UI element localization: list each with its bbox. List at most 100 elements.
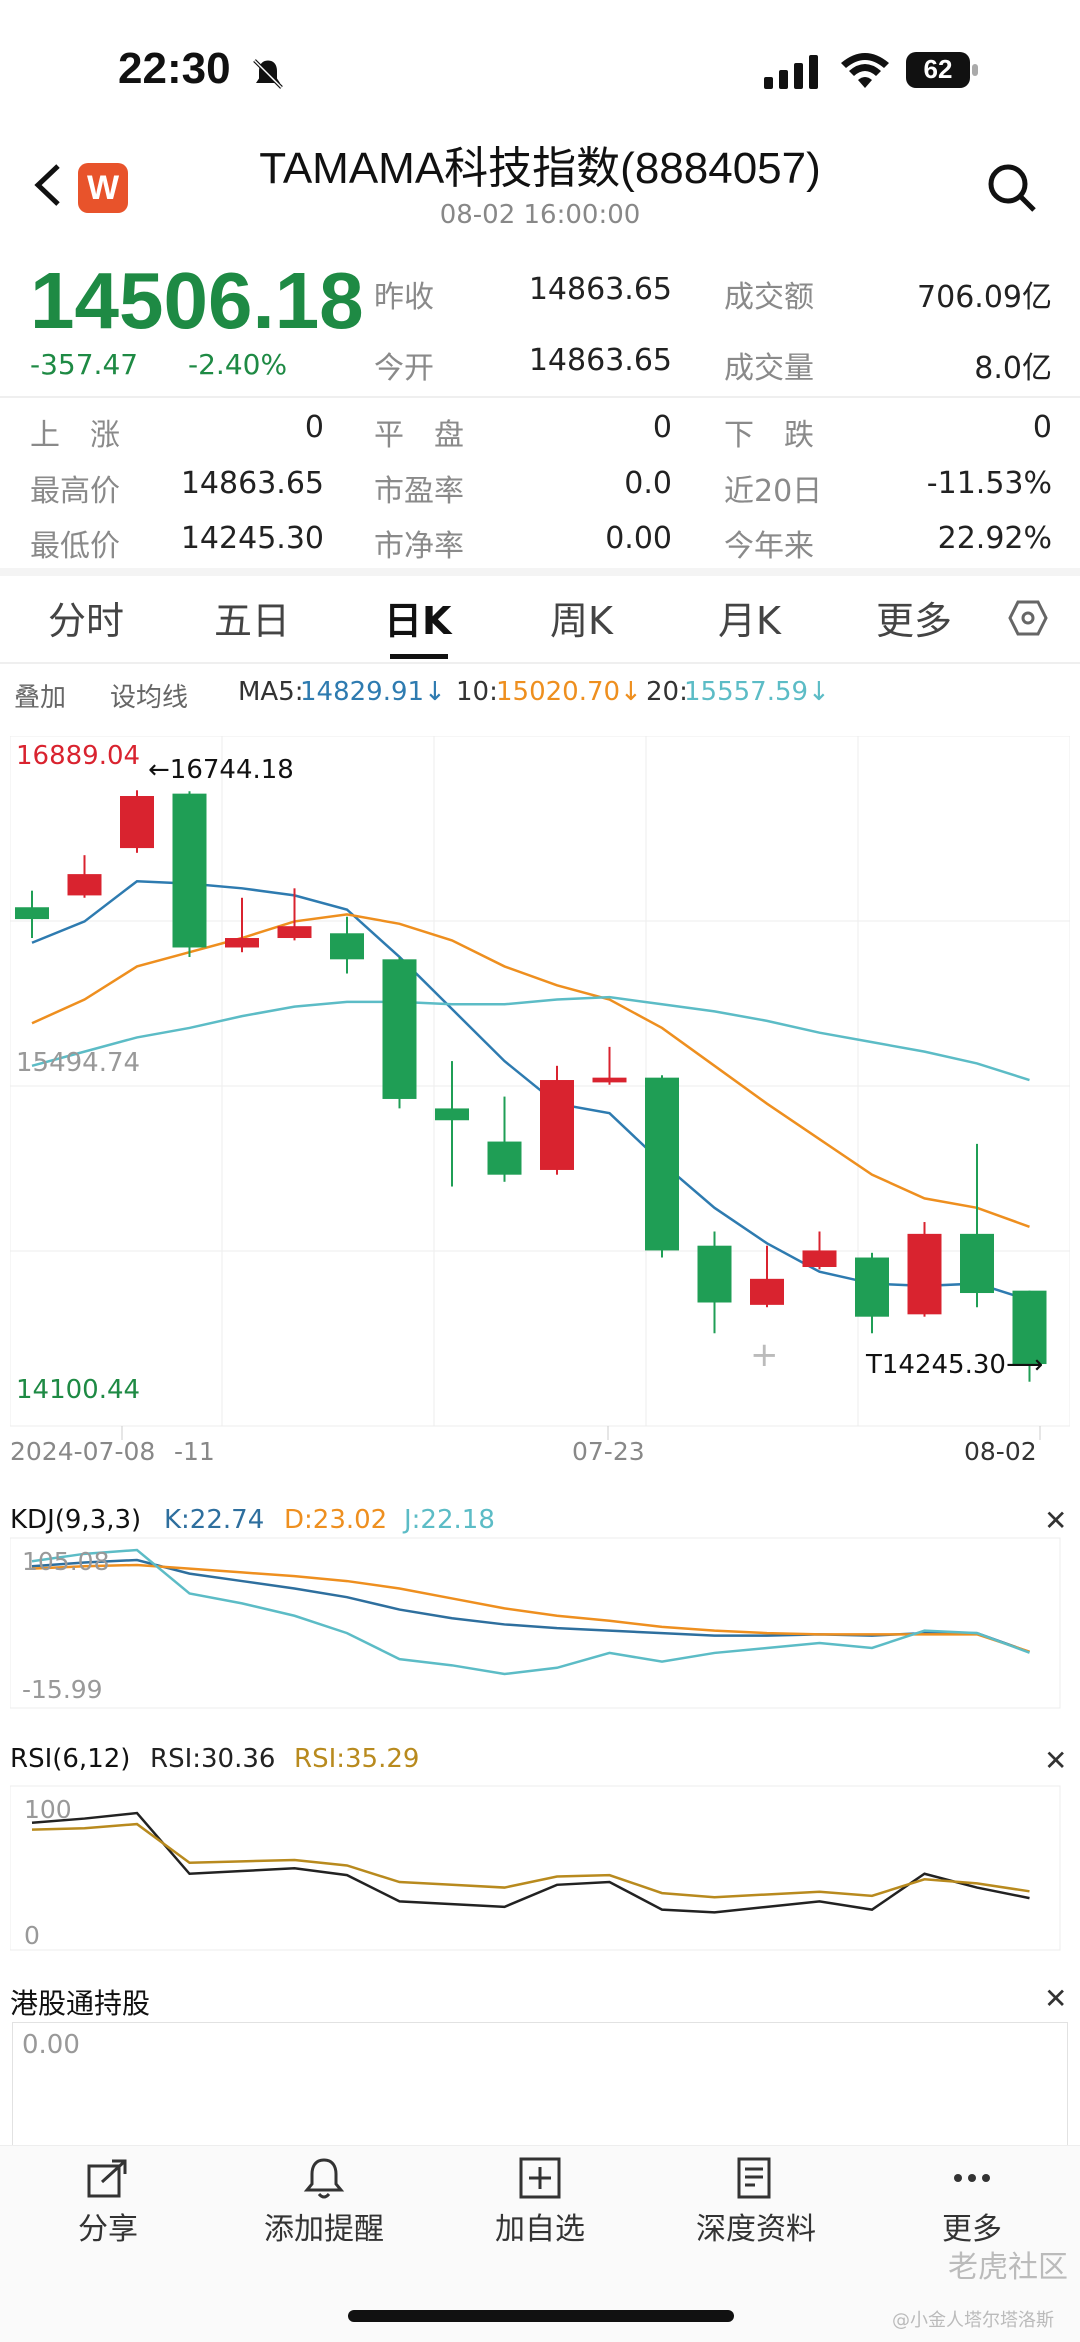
rsi-line-rsi6 (31, 1811, 1030, 1914)
chart-settings-button[interactable] (1008, 598, 1048, 642)
rsi-line-rsi12 (31, 1822, 1030, 1899)
candle-body (330, 933, 364, 960)
candle-body (802, 1250, 837, 1267)
kdj-title: KDJ(9,3,3) (10, 1505, 142, 1535)
candle-body (15, 907, 49, 920)
kdj-y-max: 105.08 (22, 1547, 109, 1576)
prev-close-value: 14863.65 (528, 272, 672, 307)
pb-value: 0.00 (605, 521, 672, 556)
open-label: 今开 (374, 351, 434, 386)
rsi6-value: RSI:30.36 (150, 1744, 276, 1774)
share-label: 分享 (78, 2212, 138, 2247)
hk-connect-panel (12, 2022, 1068, 2154)
share-icon (87, 2159, 127, 2198)
home-indicator (348, 2310, 734, 2322)
rsi-close-button[interactable]: ✕ (1044, 1744, 1067, 1777)
flat-count-value: 0 (652, 410, 672, 445)
rsi-frame (10, 1785, 1061, 1951)
candle-body (67, 874, 102, 896)
settings-hexagon-icon (1008, 600, 1048, 636)
share-button[interactable]: 分享 (18, 2148, 198, 2248)
add-alert-button[interactable]: 添加提醒 (234, 2148, 414, 2248)
watermark-brand: 老虎社区 (948, 2250, 1068, 2285)
tab-monthly-k[interactable]: 月K (718, 590, 781, 645)
candle-body (855, 1257, 889, 1317)
kdj-k-value: K:22.74 (164, 1505, 265, 1535)
open-value: 14863.65 (528, 343, 672, 378)
section-divider (0, 568, 1080, 576)
x-label: 08-02 (964, 1437, 1037, 1466)
volume-value: 8.0亿 (974, 351, 1052, 386)
down-count-label: 下 跌 (724, 418, 814, 453)
add-alert-label: 添加提醒 (264, 2212, 384, 2247)
up-count-value: 0 (304, 410, 324, 445)
ma10-label: 10: (456, 677, 498, 707)
ma20-label: 20: (646, 677, 688, 707)
more-dots-icon (954, 2174, 990, 2182)
rsi-y-max: 100 (24, 1795, 72, 1824)
signal-icon (764, 55, 822, 93)
add-watchlist-label: 加自选 (495, 2212, 585, 2247)
candle-body (592, 1077, 627, 1083)
search-button[interactable] (984, 160, 1040, 216)
more-button[interactable]: 更多 (882, 2148, 1062, 2248)
max-price-marker: ←16744.18 (148, 755, 294, 785)
x-label: 2024-07-08 (10, 1437, 155, 1466)
candle-body (487, 1141, 522, 1175)
candle-body (540, 1080, 574, 1170)
battery-level: 62 (923, 54, 953, 84)
candle-body (225, 938, 259, 948)
plus-box-icon (519, 2157, 561, 2199)
candle-body (960, 1233, 994, 1294)
candle-body (382, 959, 417, 1099)
kdj-close-button[interactable]: ✕ (1044, 1504, 1067, 1537)
tab-daily-k[interactable]: 日K (384, 590, 451, 645)
ytd-value: 22.92% (937, 521, 1052, 556)
price-change: -357.47 (30, 348, 139, 381)
battery-icon: 62 (906, 52, 978, 88)
rsi-y-min: 0 (24, 1921, 40, 1950)
tab-weekly-k[interactable]: 周K (550, 590, 613, 645)
crosshair-plus-icon: + (750, 1335, 779, 1375)
y-label-max: 16889.04 (16, 741, 140, 771)
candle-body (435, 1108, 469, 1121)
last-price: 14506.18 (30, 256, 364, 345)
rsi-title: RSI(6,12) (10, 1744, 131, 1774)
x-label: -11 (174, 1437, 215, 1466)
candle-body (750, 1278, 784, 1305)
tab-more[interactable]: 更多 (876, 590, 952, 645)
deep-info-button[interactable]: 深度资料 (666, 2148, 846, 2248)
tab-5day[interactable]: 五日 (214, 590, 290, 645)
ma5-label: MA5: (238, 677, 304, 707)
status-time: 22:30 (118, 44, 231, 93)
ma-line-20 (31, 995, 1030, 1082)
ma20-value: 15557.59↓ (684, 677, 830, 707)
hk-connect-close-button[interactable]: ✕ (1044, 1982, 1067, 2015)
document-icon (737, 2157, 771, 2199)
watermark-user: @小金人塔尔塔洛斯 (892, 2310, 1054, 2331)
pe-value: 0.0 (624, 466, 672, 501)
page-title: TAMAMA科技指数(8884057) (259, 144, 821, 193)
set-ma-button[interactable]: 设均线 (110, 677, 188, 714)
ma-line-10 (31, 913, 1030, 1228)
candle-body (697, 1245, 732, 1303)
mute-icon (250, 56, 286, 96)
hk-connect-value: 0.00 (22, 2030, 80, 2060)
flat-count-label: 平 盘 (374, 418, 464, 453)
hk-connect-title: 港股通持股 (10, 1987, 151, 2020)
kdj-line-k (31, 1558, 1030, 1654)
up-count-label: 上 涨 (30, 418, 120, 453)
tab-intraday[interactable]: 分时 (48, 590, 124, 645)
min-price-marker: T14245.30⟶ (865, 1350, 1043, 1380)
active-tab-indicator (390, 654, 448, 659)
ma10-value: 15020.70↓ (496, 677, 642, 707)
volume-label: 成交量 (724, 351, 814, 386)
candlestick-chart[interactable]: 16889.04 15494.74 14100.44 ←16744.18 T14245.… (10, 736, 1070, 1476)
wifi-icon (840, 52, 890, 94)
search-icon (988, 164, 1036, 212)
add-watchlist-button[interactable]: 加自选 (450, 2148, 630, 2248)
candle-body (120, 796, 154, 849)
overlay-button[interactable]: 叠加 (14, 677, 66, 714)
divider (0, 396, 1080, 398)
bell-icon (303, 2158, 345, 2199)
